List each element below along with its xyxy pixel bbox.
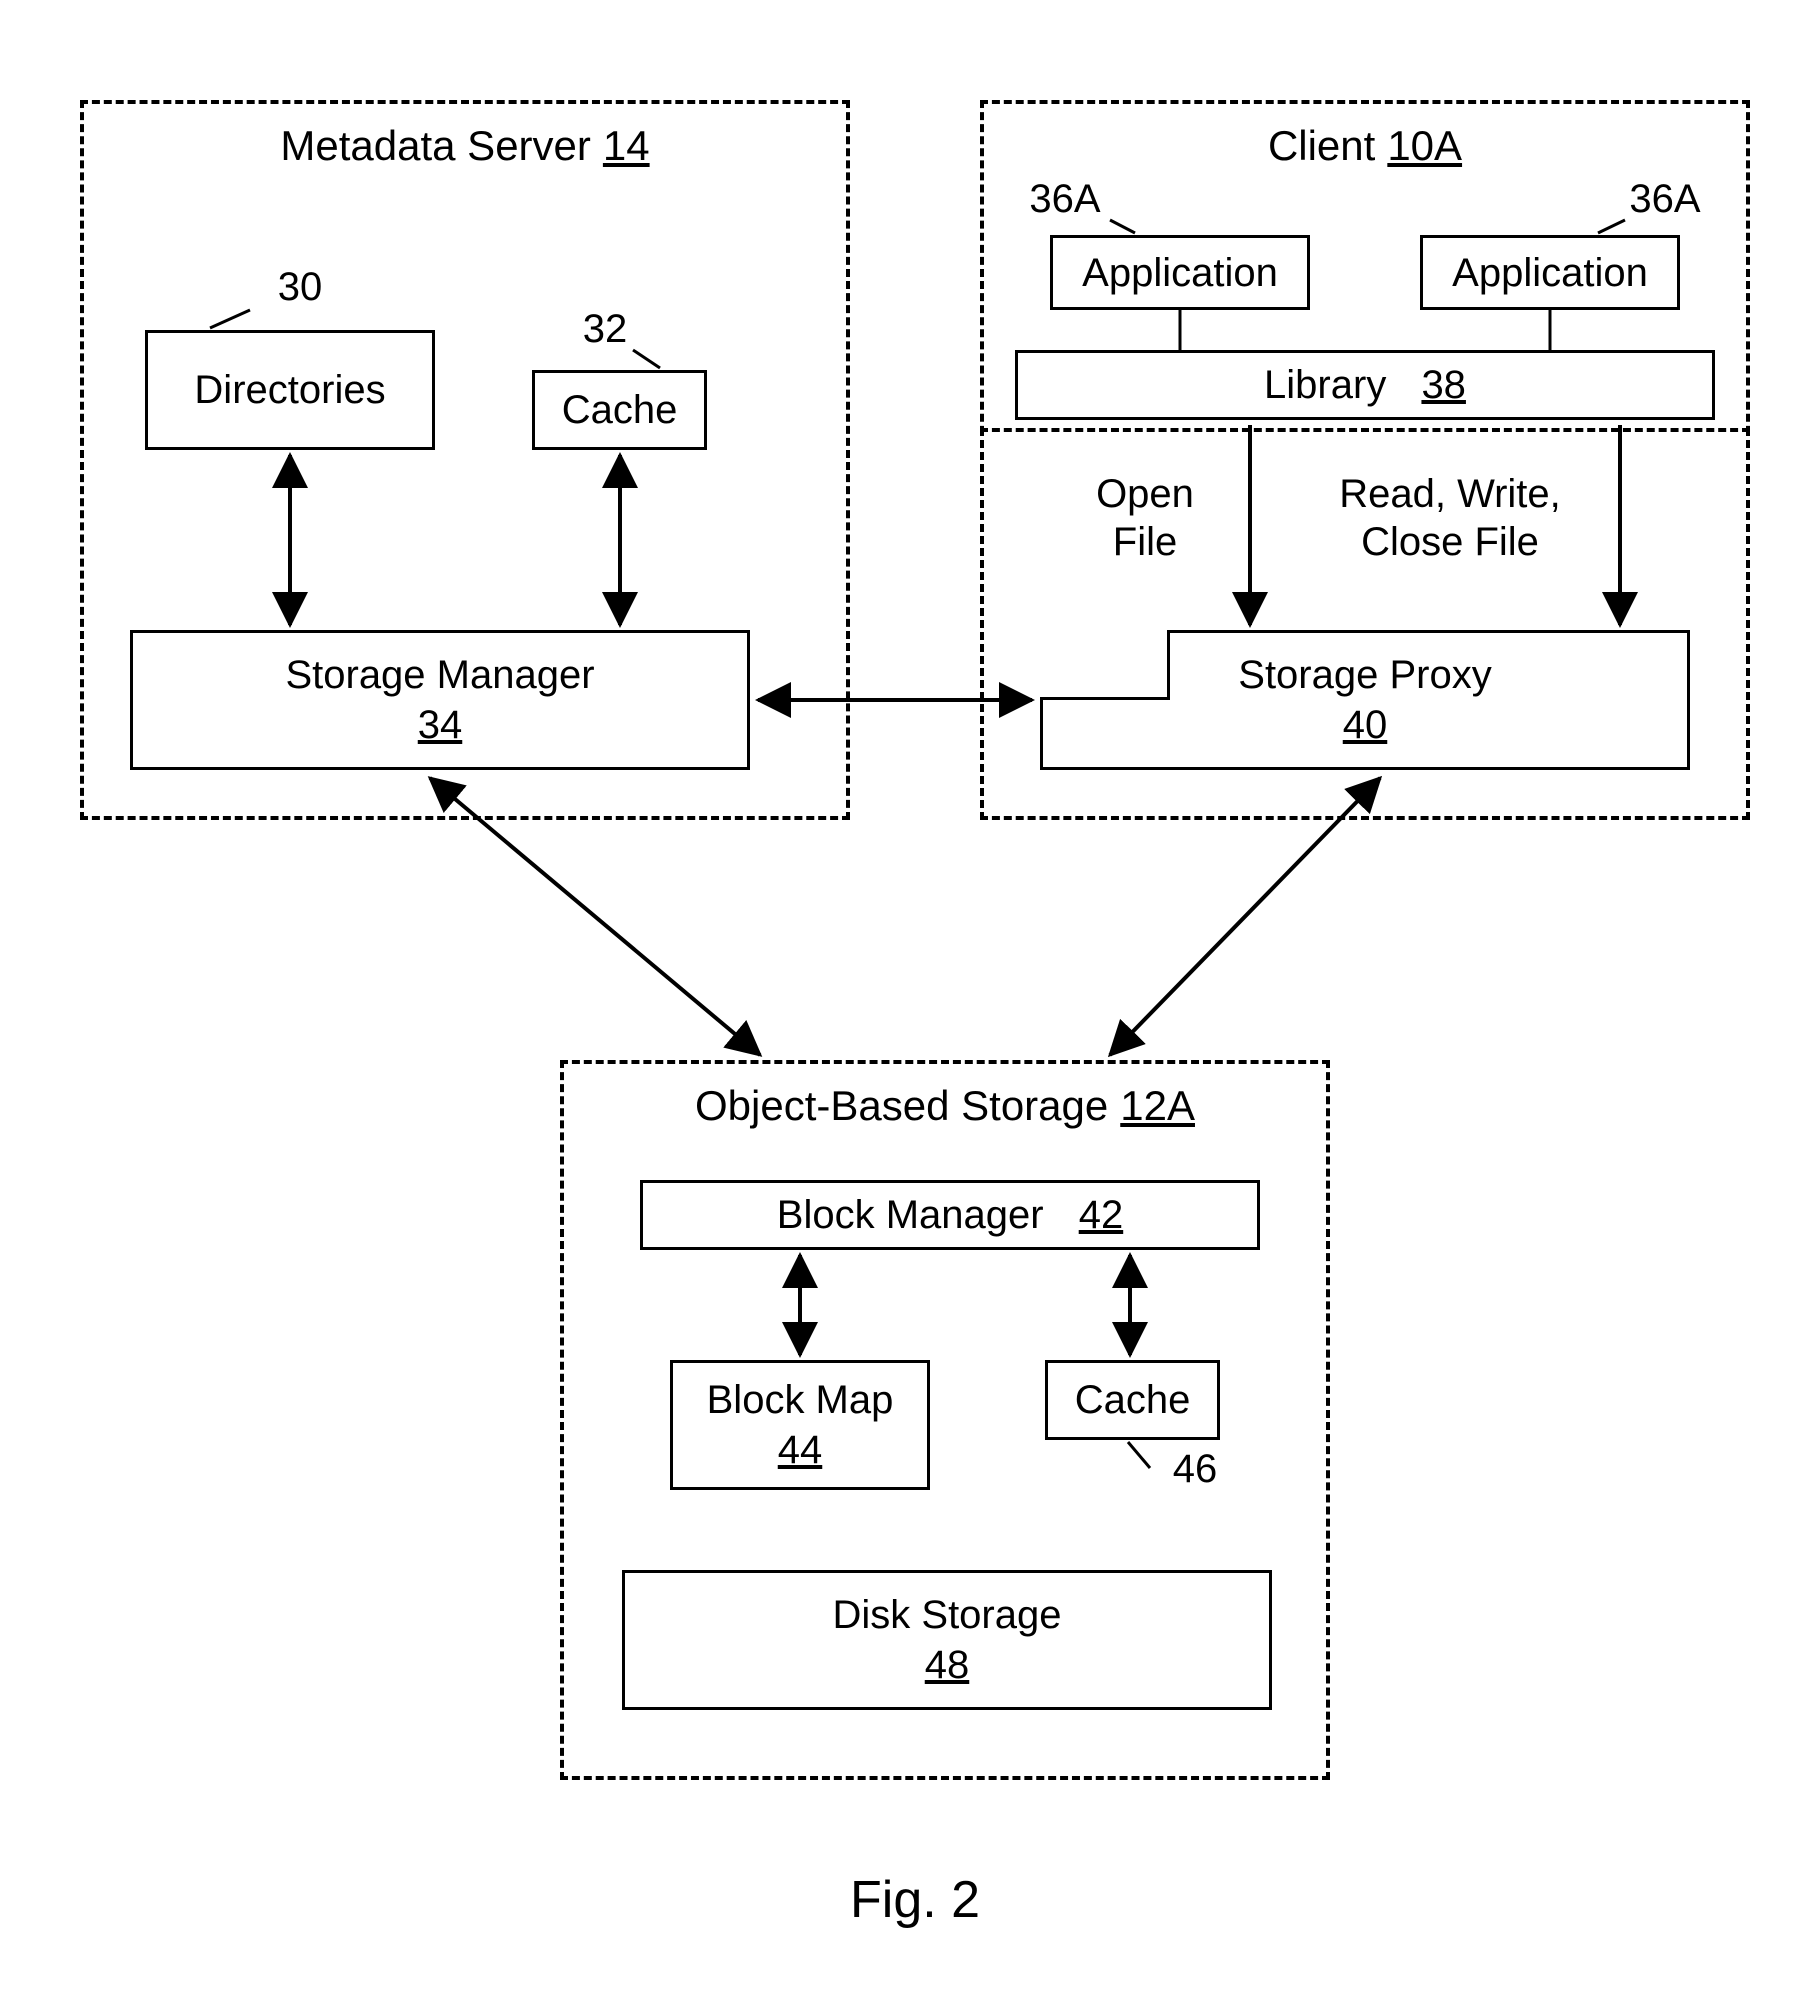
block-manager-box: Block Manager 42 bbox=[640, 1180, 1260, 1250]
metadata-cache-ref: 32 bbox=[565, 305, 645, 353]
application-right-box: Application bbox=[1420, 235, 1680, 310]
block-map-label: Block Map bbox=[707, 1375, 894, 1425]
obs-title-text: Object-Based Storage bbox=[695, 1082, 1108, 1130]
figure-caption: Fig. 2 bbox=[850, 1870, 980, 1930]
storage-manager-label: Storage Manager bbox=[285, 650, 594, 700]
storage-proxy-inset bbox=[1040, 630, 1170, 700]
client-title: Client 10A bbox=[984, 122, 1746, 170]
client-title-text: Client bbox=[1268, 122, 1375, 170]
metadata-cache-label: Cache bbox=[562, 385, 678, 435]
application-left-box: Application bbox=[1050, 235, 1310, 310]
disk-storage-label: Disk Storage bbox=[833, 1590, 1062, 1640]
obs-cache-ref: 46 bbox=[1155, 1445, 1235, 1493]
client-ref: 10A bbox=[1387, 122, 1462, 170]
storage-proxy-label: Storage Proxy bbox=[1238, 650, 1491, 700]
block-manager-label: Block Manager bbox=[777, 1193, 1044, 1238]
block-map-ref: 44 bbox=[778, 1425, 823, 1475]
metadata-server-title-text: Metadata Server bbox=[280, 122, 591, 170]
metadata-server-ref: 14 bbox=[603, 122, 650, 170]
disk-storage-ref: 48 bbox=[925, 1640, 970, 1690]
diagram-canvas: Metadata Server 14 Directories 30 Cache … bbox=[0, 0, 1820, 2014]
directories-label: Directories bbox=[194, 365, 385, 415]
directories-box: Directories bbox=[145, 330, 435, 450]
storage-proxy-ref: 40 bbox=[1343, 700, 1388, 750]
block-map-box: Block Map 44 bbox=[670, 1360, 930, 1490]
application-right-ref: 36A bbox=[1610, 175, 1720, 223]
obs-cache-label: Cache bbox=[1075, 1375, 1191, 1425]
library-label: Library bbox=[1264, 363, 1386, 408]
edge-open-file-label: Open File bbox=[1075, 470, 1215, 566]
metadata-cache-box: Cache bbox=[532, 370, 707, 450]
application-left-label: Application bbox=[1082, 248, 1278, 298]
library-ref: 38 bbox=[1421, 363, 1466, 408]
obs-title: Object-Based Storage 12A bbox=[564, 1082, 1326, 1130]
storage-manager-ref: 34 bbox=[418, 700, 463, 750]
disk-storage-box: Disk Storage 48 bbox=[622, 1570, 1272, 1710]
obs-cache-box: Cache bbox=[1045, 1360, 1220, 1440]
application-left-ref: 36A bbox=[1010, 175, 1120, 223]
library-box: Library 38 bbox=[1015, 350, 1715, 420]
block-manager-ref: 42 bbox=[1079, 1193, 1124, 1238]
storage-manager-box: Storage Manager 34 bbox=[130, 630, 750, 770]
application-right-label: Application bbox=[1452, 248, 1648, 298]
edge-rwc-label: Read, Write, Close File bbox=[1305, 470, 1595, 566]
obs-ref: 12A bbox=[1120, 1082, 1195, 1130]
directories-ref: 30 bbox=[260, 263, 340, 311]
metadata-server-title: Metadata Server 14 bbox=[84, 122, 846, 170]
